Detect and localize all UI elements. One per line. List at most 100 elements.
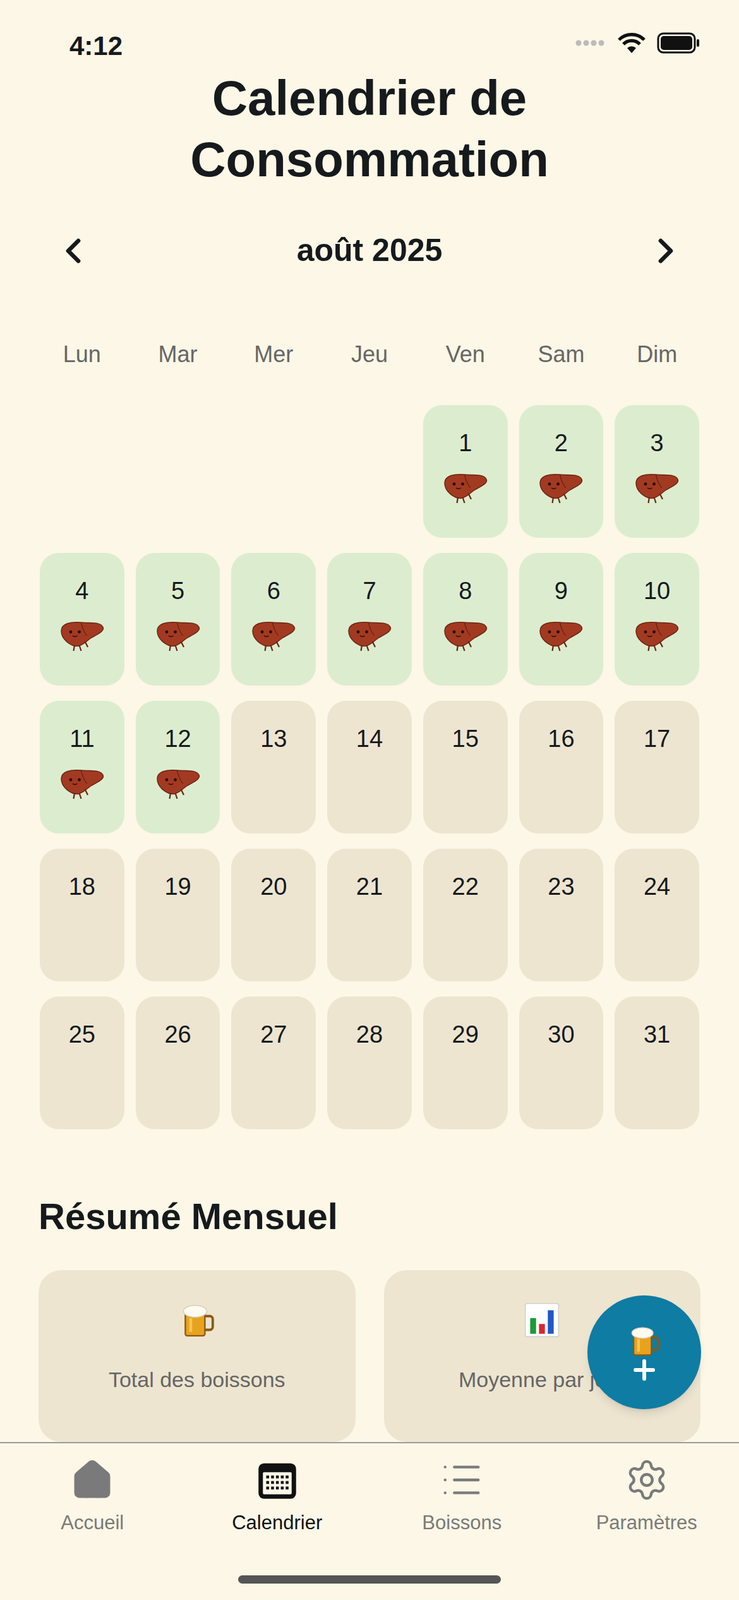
calendar-day[interactable]: 3 xyxy=(614,404,700,538)
day-number: 10 xyxy=(643,576,671,605)
calendar-day[interactable]: 20 xyxy=(231,848,316,981)
day-number: 13 xyxy=(260,724,287,753)
day-number: 15 xyxy=(452,724,479,753)
summary-card: Total des boissons xyxy=(38,1269,356,1442)
previous-month-button[interactable] xyxy=(50,228,97,274)
liver-icon xyxy=(345,618,394,653)
tab-label: Boissons xyxy=(421,1510,502,1534)
calendar-day[interactable]: 15 xyxy=(423,700,508,834)
calendar-day[interactable]: 4 xyxy=(39,552,125,686)
tab-label: Paramètres xyxy=(596,1510,698,1534)
weekday-label: Sam xyxy=(519,337,604,372)
liver-icon xyxy=(249,618,298,653)
day-number: 11 xyxy=(69,724,95,753)
day-number: 18 xyxy=(68,872,96,901)
day-number: 28 xyxy=(356,1020,383,1048)
day-number: 31 xyxy=(643,1020,671,1048)
chart-icon xyxy=(522,1299,562,1340)
calendar-day[interactable]: 26 xyxy=(135,996,221,1129)
signal-icon xyxy=(574,38,607,48)
calendar-day[interactable]: 29 xyxy=(423,996,508,1129)
home-indicator xyxy=(238,1574,501,1583)
calendar-icon xyxy=(255,1457,300,1502)
day-number: 20 xyxy=(260,872,287,901)
calendar-day[interactable]: 12 xyxy=(135,700,221,834)
app-screen: 4:12Calendrier de Consommationaoût 2025L… xyxy=(0,0,739,1600)
liver-icon xyxy=(536,470,585,505)
weekday-label: Lun xyxy=(39,337,125,372)
liver-icon xyxy=(632,618,681,653)
beer-icon xyxy=(177,1299,217,1340)
calendar-day[interactable]: 9 xyxy=(519,552,604,686)
liver-icon xyxy=(441,470,490,505)
calendar-day[interactable]: 13 xyxy=(231,700,316,834)
gear-icon xyxy=(624,1457,669,1502)
summary-card-label: Total des boissons xyxy=(108,1366,286,1391)
tab-label: Accueil xyxy=(60,1510,124,1534)
calendar-grid: 1234567891011121314151617181920212223242… xyxy=(0,404,739,1129)
tab-label: Calendrier xyxy=(231,1510,323,1534)
day-number: 8 xyxy=(458,576,472,605)
calendar-day[interactable]: 8 xyxy=(423,552,508,686)
day-number: 21 xyxy=(356,872,383,901)
calendar-day[interactable]: 1 xyxy=(423,404,508,538)
tab-item[interactable]: Accueil xyxy=(0,1455,186,1600)
day-number: 14 xyxy=(356,724,383,753)
day-number: 24 xyxy=(643,872,671,901)
chevron-left-icon xyxy=(53,230,94,271)
list-icon xyxy=(439,1457,484,1502)
calendar-day[interactable]: 16 xyxy=(519,700,604,834)
calendar-day[interactable]: 30 xyxy=(519,996,604,1129)
month-label: août 2025 xyxy=(296,226,443,275)
status-time: 4:12 xyxy=(69,31,123,61)
day-number: 1 xyxy=(458,428,472,457)
calendar-day[interactable]: 11 xyxy=(39,700,125,834)
day-number: 9 xyxy=(554,576,568,605)
calendar-day[interactable]: 19 xyxy=(135,848,221,981)
add-drink-button[interactable] xyxy=(587,1294,702,1409)
day-number: 7 xyxy=(362,576,376,605)
calendar-day[interactable]: 17 xyxy=(614,700,700,834)
calendar-day[interactable]: 18 xyxy=(39,848,125,981)
liver-icon xyxy=(58,618,107,653)
status-icons xyxy=(574,31,702,55)
wifi-icon xyxy=(616,31,647,55)
calendar-day[interactable]: 27 xyxy=(231,996,316,1129)
status-bar: 4:12 xyxy=(0,0,739,68)
weekday-label: Dim xyxy=(614,337,700,372)
calendar-day[interactable]: 23 xyxy=(519,848,604,981)
liver-icon xyxy=(536,618,585,653)
calendar-day[interactable]: 24 xyxy=(614,848,700,981)
weekday-label: Mer xyxy=(231,337,316,372)
day-number: 17 xyxy=(643,724,671,753)
liver-icon xyxy=(632,470,681,505)
calendar-day[interactable]: 28 xyxy=(327,996,412,1129)
calendar-day[interactable]: 25 xyxy=(39,996,125,1129)
calendar-day[interactable]: 2 xyxy=(519,404,604,538)
day-number: 4 xyxy=(75,576,89,605)
weekday-label: Jeu xyxy=(327,337,412,372)
plus-icon xyxy=(632,1357,656,1381)
calendar-day[interactable]: 31 xyxy=(614,996,700,1129)
tab-item[interactable]: Paramètres xyxy=(554,1455,739,1600)
calendar-day[interactable]: 10 xyxy=(614,552,700,686)
next-month-button[interactable] xyxy=(642,228,689,274)
weekday-header: LunMarMerJeuVenSamDim xyxy=(0,337,739,372)
liver-icon xyxy=(154,766,203,801)
liver-icon xyxy=(58,766,107,801)
month-nav: août 2025 xyxy=(0,226,739,275)
chevron-right-icon xyxy=(645,230,686,271)
calendar-day[interactable]: 5 xyxy=(135,552,221,686)
calendar-day[interactable]: 21 xyxy=(327,848,412,981)
weekday-label: Ven xyxy=(423,337,508,372)
calendar-day[interactable]: 7 xyxy=(327,552,412,686)
day-number: 2 xyxy=(554,428,568,457)
day-number: 22 xyxy=(452,872,479,901)
day-number: 3 xyxy=(650,428,664,457)
calendar-day[interactable]: 22 xyxy=(423,848,508,981)
calendar-day[interactable]: 14 xyxy=(327,700,412,834)
day-number: 29 xyxy=(452,1020,479,1048)
scroll-area: 4:12Calendrier de Consommationaoût 2025L… xyxy=(0,0,739,1442)
day-number: 12 xyxy=(164,724,191,753)
calendar-day[interactable]: 6 xyxy=(231,552,316,686)
